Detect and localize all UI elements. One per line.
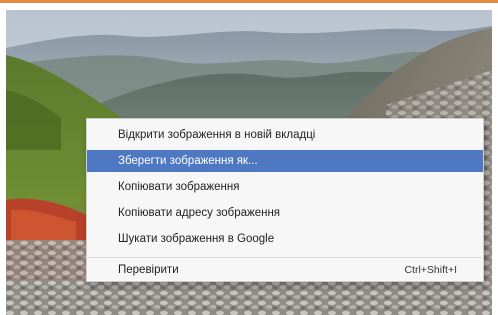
copy-image-item[interactable]: Копіювати зображення	[87, 176, 483, 198]
copy-image-address-item[interactable]: Копіювати адресу зображення	[87, 202, 483, 224]
menu-separator	[88, 257, 482, 258]
menu-item-label: Перевірити	[118, 264, 179, 276]
menu-item-label: Копіювати адресу зображення	[118, 207, 281, 219]
inspect-shortcut: Ctrl+Shift+I	[404, 264, 457, 276]
inspect-item[interactable]: Перевірити Ctrl+Shift+I	[87, 259, 483, 281]
menu-item-label: Копіювати зображення	[118, 181, 240, 193]
menu-item-label: Зберегти зображення як...	[118, 155, 258, 167]
menu-item-label: Відкрити зображення в новій вкладці	[118, 129, 316, 141]
save-image-as-item[interactable]: Зберегти зображення як...	[87, 150, 483, 172]
context-menu: Відкрити зображення в новій вкладці Збер…	[86, 118, 484, 282]
open-image-in-new-tab-item[interactable]: Відкрити зображення в новій вкладці	[87, 124, 483, 146]
menu-item-label: Шукати зображення в Google	[118, 233, 275, 245]
search-image-in-google-item[interactable]: Шукати зображення в Google	[87, 228, 483, 250]
